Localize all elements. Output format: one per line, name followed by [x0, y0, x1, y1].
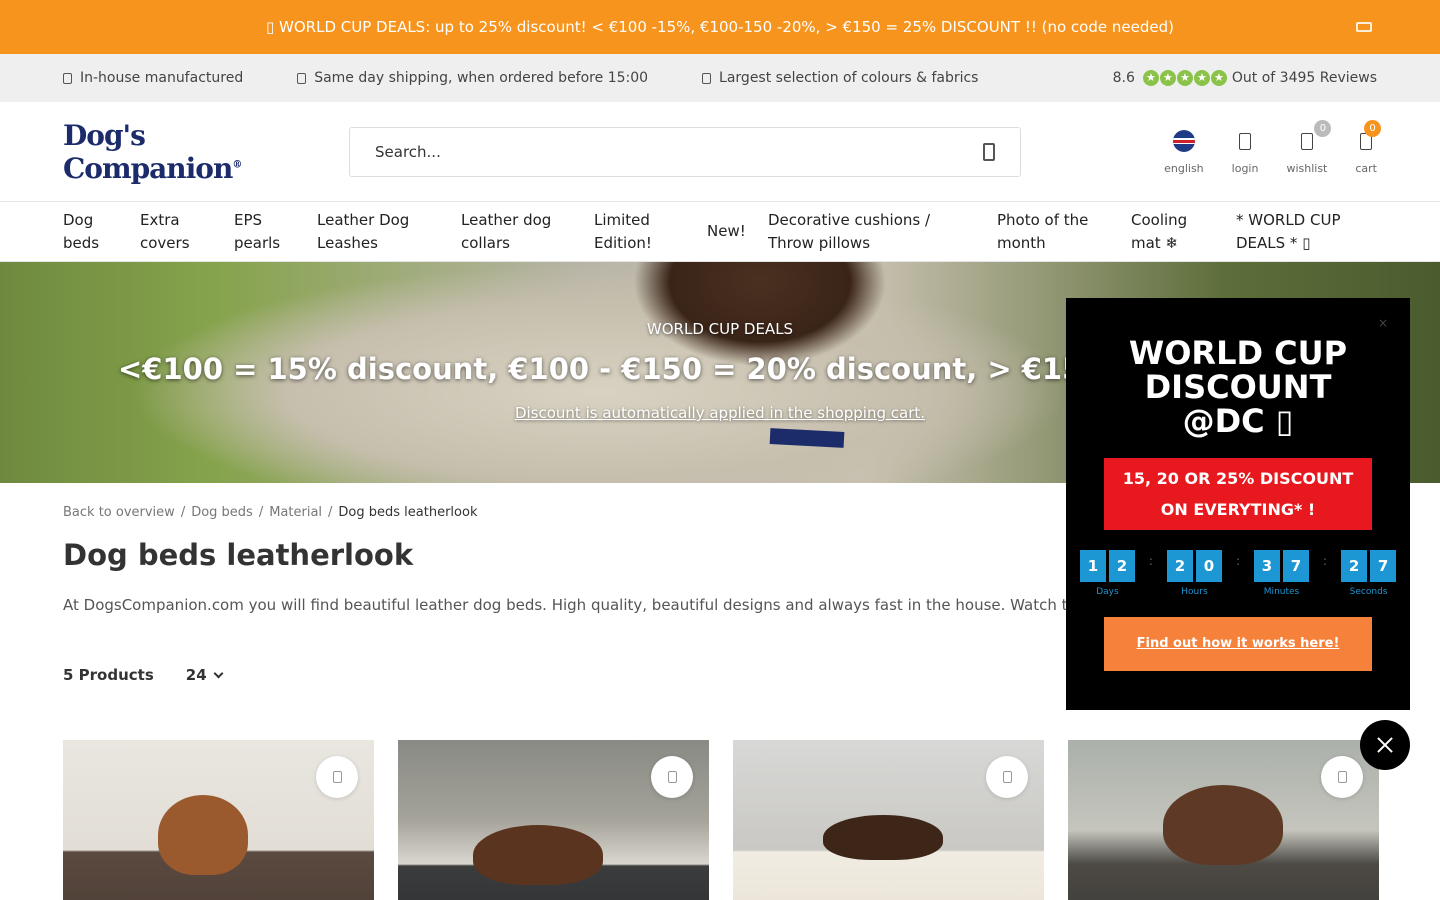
promo-close-icon[interactable]	[1356, 22, 1372, 32]
product-count: 5 Products	[63, 666, 154, 684]
heart-icon	[1300, 132, 1313, 150]
usp-label: Largest selection of colours & fabrics	[719, 70, 979, 86]
cart-count-badge: 0	[1364, 120, 1381, 137]
nav-item-leather-dog-leashes[interactable]: Leather Dog Leashes	[317, 209, 438, 255]
truck-icon	[297, 72, 307, 84]
nav-item-extra-covers[interactable]: Extra covers	[140, 209, 211, 255]
popup-cta-button[interactable]: Find out how it works here!	[1104, 617, 1372, 671]
nav-item-leather-dog-collars[interactable]: Leather dog collars	[461, 209, 571, 255]
usp-label: In-house manufactured	[80, 70, 244, 86]
timer-separator: :	[1235, 554, 1241, 568]
heart-icon	[1002, 771, 1012, 783]
login-button[interactable]: login	[1231, 128, 1259, 175]
cart-button[interactable]: 0 cart	[1355, 120, 1381, 175]
nav-item-limited-edition[interactable]: Limited Edition!	[594, 209, 684, 255]
logo[interactable]: Dog's Companion®	[63, 119, 313, 185]
chevron-down-icon	[213, 668, 224, 678]
breadcrumb-separator: /	[328, 505, 333, 520]
breadcrumb-back[interactable]: Back to overview	[63, 505, 175, 520]
usp-item: Largest selection of colours & fabrics	[702, 70, 978, 86]
timer-seconds: 27 Seconds	[1341, 550, 1397, 597]
product-card[interactable]	[398, 740, 709, 900]
timer-minutes: 37 Minutes	[1254, 550, 1310, 597]
wishlist-button[interactable]: 0 wishlist	[1286, 120, 1332, 175]
star-icon: ★	[1142, 70, 1159, 86]
site-header: Dog's Companion® english login 0 wishlis…	[0, 102, 1440, 202]
popup-title: WORLD CUP DISCOUNT @DC ▯	[1128, 334, 1348, 440]
wishlist-toggle[interactable]	[316, 756, 358, 798]
search-input[interactable]	[375, 142, 983, 161]
world-cup-popup: × WORLD CUP DISCOUNT @DC ▯ 15, 20 OR 25%…	[1066, 298, 1410, 710]
language-selector[interactable]: english	[1164, 128, 1204, 175]
bed-label-image	[769, 428, 845, 448]
product-image	[158, 795, 248, 875]
review-count: Out of 3495 Reviews	[1231, 70, 1377, 86]
per-page-value: 24	[185, 666, 207, 684]
heart-icon	[332, 771, 342, 783]
wishlist-toggle[interactable]	[651, 756, 693, 798]
per-page-select[interactable]: 24	[185, 666, 224, 684]
hero-title: <€100 = 15% discount, €100 - €150 = 20% …	[118, 352, 1103, 386]
cart-label: cart	[1355, 162, 1377, 175]
nav-item-new[interactable]: New!	[707, 220, 746, 243]
timer-days: 12 Days	[1079, 550, 1135, 597]
usp-bar: In-house manufactured Same day shipping,…	[0, 54, 1440, 102]
timer-separator: :	[1323, 554, 1328, 568]
logo-text: Dog's Companion	[63, 118, 233, 185]
search-box	[349, 126, 1021, 177]
popup-close-icon[interactable]: ×	[1378, 316, 1388, 330]
breadcrumb-current: Dog beds leatherlook	[338, 505, 478, 520]
wishlist-label: wishlist	[1286, 162, 1328, 175]
star-icon: ★	[1176, 70, 1193, 86]
nav-item-eps-pearls[interactable]: EPS pearls	[234, 209, 294, 255]
search-icon[interactable]	[983, 142, 995, 161]
nav-item-dog-beds[interactable]: Dog beds	[63, 209, 117, 255]
reviews-widget[interactable]: 8.6 ★ ★ ★ ★ ★ Out of 3495 Reviews	[1113, 70, 1377, 86]
heart-icon	[667, 771, 677, 783]
breadcrumb-dog-beds[interactable]: Dog beds	[191, 505, 253, 520]
product-card[interactable]	[1068, 740, 1379, 900]
countdown-timer: 12 Days : 20 Hours : 37 Minutes : 27 Sec…	[1066, 550, 1410, 597]
logo-trademark: ®	[232, 159, 242, 171]
product-card[interactable]	[63, 740, 374, 900]
palette-icon	[702, 72, 712, 84]
timer-separator: :	[1148, 554, 1153, 568]
promo-bar: ▯ WORLD CUP DEALS: up to 25% discount! <…	[0, 0, 1440, 54]
factory-icon	[63, 72, 72, 84]
nav-item-world-cup-deals[interactable]: * WORLD CUP DEALS * ▯	[1236, 209, 1346, 255]
star-icon: ★	[1193, 70, 1210, 86]
timer-hours: 20 Hours	[1166, 550, 1222, 597]
usp-item: Same day shipping, when ordered before 1…	[297, 70, 648, 86]
nav-item-photo-of-the-month[interactable]: Photo of the month	[997, 209, 1108, 255]
nav-item-decorative-cushions[interactable]: Decorative cushions / Throw pillows	[768, 209, 974, 255]
usp-item: In-house manufactured	[63, 70, 243, 86]
product-image	[1163, 785, 1283, 865]
language-label: english	[1164, 162, 1204, 175]
breadcrumb-separator: /	[180, 505, 186, 520]
star-icon: ★	[1159, 70, 1176, 86]
breadcrumb-separator: /	[258, 505, 264, 520]
nav-item-cooling-mat[interactable]: Cooling mat ❄	[1131, 209, 1213, 255]
close-popup-button[interactable]	[1360, 720, 1410, 770]
header-actions: english login 0 wishlist 0 cart	[1164, 120, 1381, 175]
usp-label: Same day shipping, when ordered before 1…	[314, 70, 649, 86]
heart-icon	[1337, 771, 1347, 783]
product-image	[473, 825, 603, 885]
review-score: 8.6	[1112, 70, 1135, 86]
breadcrumb-material[interactable]: Material	[269, 505, 322, 520]
login-label: login	[1231, 162, 1259, 175]
wishlist-toggle[interactable]	[1321, 756, 1363, 798]
star-icon: ★	[1210, 70, 1227, 86]
popup-offer: 15, 20 OR 25% DISCOUNT ON EVERYTING* !	[1104, 458, 1372, 530]
promo-text: ▯ WORLD CUP DEALS: up to 25% discount! <…	[266, 18, 1174, 36]
wishlist-toggle[interactable]	[986, 756, 1028, 798]
main-nav: Dog beds Extra covers EPS pearls Leather Do…	[0, 202, 1440, 262]
review-stars: ★ ★ ★ ★ ★	[1142, 70, 1228, 86]
uk-flag-icon	[1172, 130, 1195, 152]
product-grid	[63, 740, 1379, 900]
product-image	[823, 815, 943, 860]
product-card[interactable]	[733, 740, 1044, 900]
user-icon	[1239, 132, 1252, 150]
wishlist-count-badge: 0	[1314, 120, 1332, 137]
